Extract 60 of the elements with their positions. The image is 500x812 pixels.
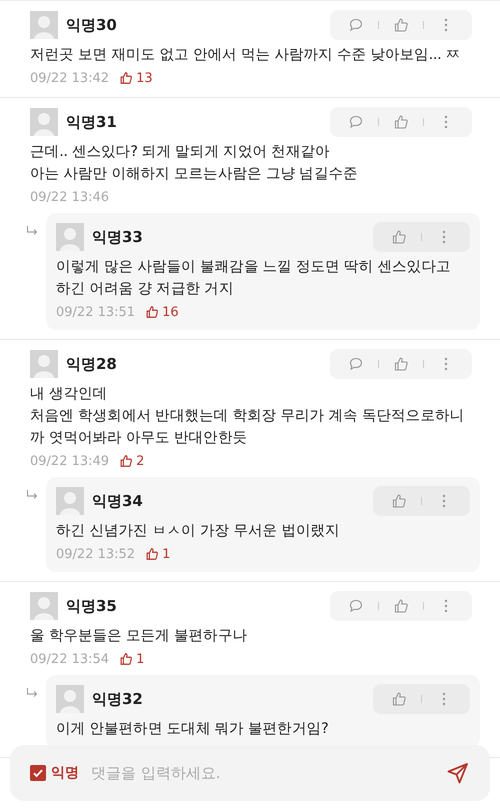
like-icon[interactable]	[393, 114, 409, 130]
like-icon	[119, 652, 134, 666]
comment-time: 09/22 13:49	[30, 454, 110, 468]
like-icon	[119, 454, 134, 468]
comment-time: 09/22 13:46	[30, 190, 110, 204]
like-count: 2	[136, 454, 144, 468]
comment-text: 처음엔 학생회에서 반대했는데 학회장 무리가 계속 독단적으로하니	[30, 407, 466, 426]
reply-arrow-icon	[26, 225, 38, 237]
like-icon[interactable]	[391, 229, 407, 245]
like-count: 1	[162, 546, 170, 562]
author-name: 익명33	[92, 228, 143, 246]
comment-text: 이렇게 많은 사람들이 불쾌감을 느낄 정도면 딱히 센스있다고	[56, 258, 452, 277]
like-count: 1	[136, 652, 144, 666]
like-icon[interactable]	[393, 598, 409, 614]
comment-input-field[interactable]: 익명 댓글을 입력하세요.	[10, 745, 490, 801]
comment-text: 하긴 어려움 걍 저급한 거지	[56, 280, 234, 299]
author-name: 익명32	[92, 690, 143, 708]
comment-time: 09/22 13:54	[30, 652, 110, 666]
avatar-icon	[56, 685, 84, 713]
comment-text: 울 학우분들은 모든게 불편하구나	[30, 627, 248, 646]
comment-text: 이게 안불편하면 도대체 뭐가 불편한거임?	[56, 720, 330, 739]
author-name: 익명31	[66, 112, 117, 132]
avatar-icon	[56, 223, 84, 251]
comment-text: 저런곳 보면 재미도 없고 안에서 먹는 사람까지 수준 낮아보임... ㅉ	[30, 46, 462, 65]
author-name: 익명30	[66, 16, 117, 34]
like-icon[interactable]	[393, 356, 409, 372]
reply-icon[interactable]	[348, 17, 364, 33]
like-icon	[145, 547, 160, 561]
author-name: 익명34	[92, 492, 143, 510]
comment-text: 까 엿먹어봐라 아무도 반대안한듯	[30, 429, 248, 448]
like-icon	[119, 71, 134, 85]
avatar-icon	[30, 592, 58, 620]
reply-arrow-icon	[26, 489, 38, 501]
like-icon[interactable]	[393, 17, 409, 33]
comment-text: 아는 사람만 이해하지 모르는사람은 그냥 넘길수준	[30, 165, 359, 184]
like-icon[interactable]	[391, 691, 407, 707]
comment-text: 하긴 신념가진 ㅂㅅ이 가장 무서운 법이랬지	[56, 522, 341, 541]
like-count: 16	[162, 304, 179, 320]
avatar-icon	[30, 108, 58, 136]
comment-time: 09/22 13:52	[56, 546, 136, 562]
avatar-icon	[56, 487, 84, 515]
reply-icon[interactable]	[348, 598, 364, 614]
reply-icon[interactable]	[348, 356, 364, 372]
reply-arrow-icon	[26, 687, 38, 699]
comment-input[interactable]: 댓글을 입력하세요.	[89, 763, 446, 783]
like-icon[interactable]	[391, 493, 407, 509]
send-icon[interactable]	[446, 761, 470, 785]
author-name: 익명28	[66, 354, 117, 374]
like-count: 13	[136, 70, 153, 86]
comment-time: 09/22 13:51	[56, 304, 136, 320]
author-name: 익명35	[66, 596, 117, 616]
anonymous-label: 익명	[51, 764, 79, 782]
like-icon	[145, 305, 160, 319]
comment-text: 내 생각인데	[30, 385, 108, 404]
comment-text: 근데.. 센스있다? 되게 말되게 지었어 천재같아	[30, 143, 331, 162]
avatar-icon	[30, 11, 58, 39]
anonymous-checkbox[interactable]	[30, 765, 46, 781]
comment-time: 09/22 13:42	[30, 70, 110, 86]
avatar-icon	[30, 350, 58, 378]
reply-icon[interactable]	[348, 114, 364, 130]
